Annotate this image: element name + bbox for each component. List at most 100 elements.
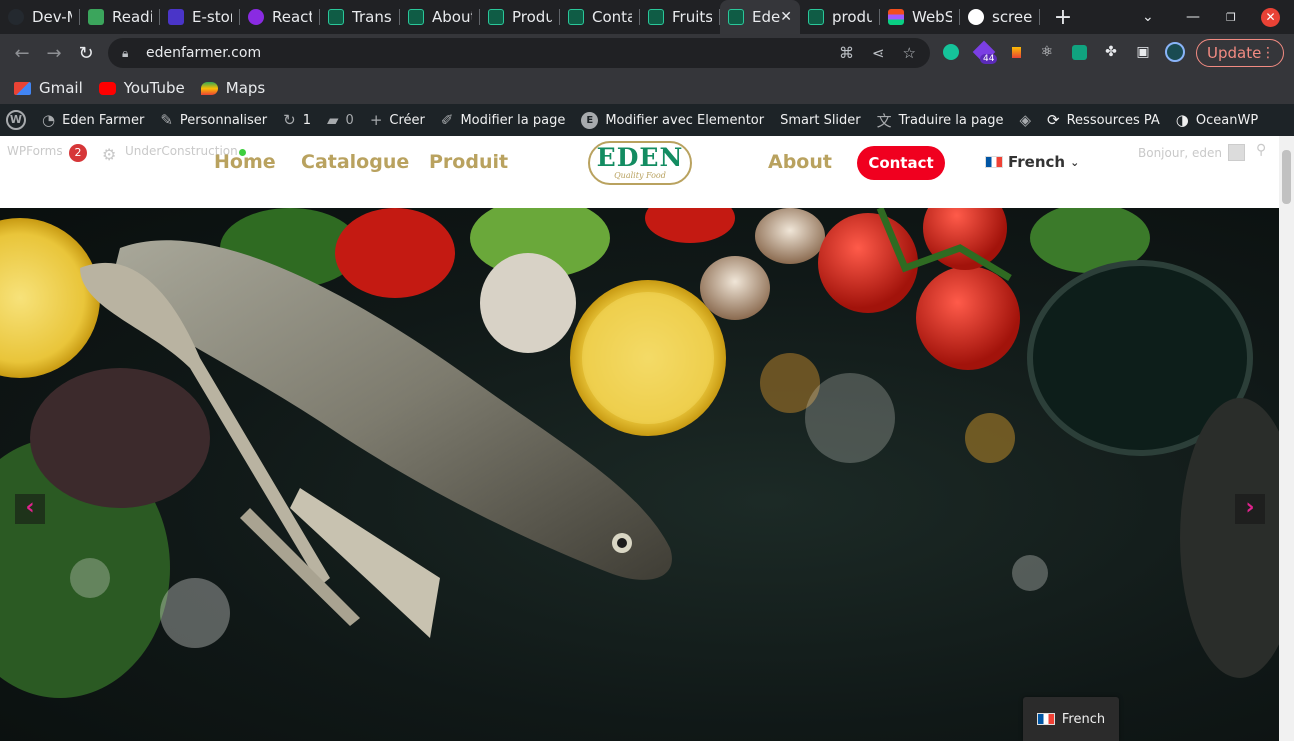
new-tab-button[interactable]: + <box>1048 5 1078 30</box>
browser-tab[interactable]: Readi <box>80 0 160 34</box>
share-icon[interactable]: ⋖ <box>872 44 885 62</box>
diamond-plugin-link[interactable]: ◈ <box>1011 104 1039 136</box>
maps-icon <box>200 81 218 95</box>
updates-link[interactable]: ↻ 1 <box>275 104 319 136</box>
oceanwp-icon: ◑ <box>1175 111 1189 129</box>
language-switcher[interactable]: French ⌄ <box>985 153 1079 171</box>
translate-page-link[interactable]: 文 Traduire la page <box>869 104 1012 136</box>
customize-label: Personnaliser <box>179 112 268 128</box>
browser-tab[interactable]: Trans <box>320 0 400 34</box>
profile-avatar[interactable] <box>1165 42 1185 62</box>
nav-home[interactable]: Home <box>214 151 276 173</box>
wordpress-logo-icon[interactable]: W <box>0 104 34 136</box>
tab-title: Trans <box>352 8 392 26</box>
browser-tab[interactable]: E-stor <box>160 0 240 34</box>
smart-slider-link[interactable]: Smart Slider <box>772 104 869 136</box>
more-menu-icon[interactable]: ⋮ <box>1261 45 1275 61</box>
translate-label: Traduire la page <box>898 112 1004 128</box>
user-greeting[interactable]: Bonjour, eden <box>1138 144 1246 161</box>
back-icon[interactable]: ← <box>6 43 38 64</box>
oceanwp-link[interactable]: ◑ OceanWP <box>1168 104 1266 136</box>
tab-search-icon[interactable]: ⌄ <box>1142 0 1154 34</box>
dashboard-icon: ◔ <box>42 111 56 129</box>
translate-icon: 文 <box>876 111 892 130</box>
side-panel-icon[interactable]: ▣ <box>1133 42 1153 62</box>
bookmark-maps[interactable]: Maps <box>200 79 265 97</box>
tab-title: produ <box>832 8 872 26</box>
forward-icon[interactable]: → <box>38 43 70 64</box>
site-name-label: Eden Farmer <box>62 112 145 128</box>
floating-language-switcher[interactable]: French <box>1023 697 1119 741</box>
restore-button[interactable]: ❐ <box>1226 0 1236 34</box>
elementor-icon: E <box>581 111 599 129</box>
browser-tab[interactable]: Fruits <box>640 0 720 34</box>
update-label: Update <box>1207 44 1262 62</box>
color-extension-icon[interactable] <box>1006 42 1026 62</box>
cart-icon <box>168 9 184 25</box>
site-name-link[interactable]: ◔ Eden Farmer <box>34 104 152 136</box>
browser-tab[interactable]: Produ <box>480 0 560 34</box>
nav-about[interactable]: About <box>768 151 832 173</box>
eden-favicon <box>328 9 344 25</box>
logo-title: EDEN <box>596 143 684 172</box>
customize-link[interactable]: ✎ Personnaliser <box>152 104 275 136</box>
translate-icon[interactable]: ⌘ <box>839 44 854 62</box>
bookmark-gmail[interactable]: Gmail <box>14 79 83 97</box>
search-icon[interactable]: ⚲ <box>1256 142 1266 158</box>
eden-favicon <box>648 9 664 25</box>
nav-catalogue[interactable]: Catalogue <box>301 151 409 173</box>
edit-elementor-link[interactable]: E Modifier avec Elementor <box>573 104 772 136</box>
new-content-link[interactable]: + Créer <box>362 104 433 136</box>
eden-favicon <box>488 9 504 25</box>
comments-link[interactable]: ▰ 0 <box>319 104 362 136</box>
tab-strip: Dev-M Readi E-stor React Trans About Produ Cont… <box>0 0 1294 34</box>
close-window-button[interactable]: ✕ <box>1261 0 1280 34</box>
slider-next-arrow[interactable]: › <box>1235 494 1265 524</box>
eden-logo[interactable]: EDEN Quality Food <box>588 141 692 185</box>
browser-tab[interactable]: screer <box>960 0 1040 34</box>
hero-slider: ‹ › <box>0 208 1279 741</box>
github-icon <box>8 9 24 25</box>
scrollbar-thumb[interactable] <box>1282 150 1291 204</box>
wp-admin-bar: W ◔ Eden Farmer ✎ Personnaliser ↻ 1 ▰ 0 + Cré… <box>0 104 1294 136</box>
extension-badge: 44 <box>980 54 998 64</box>
tab-title: React <box>272 8 312 26</box>
resources-link[interactable]: ⟳ Ressources PA <box>1039 104 1168 136</box>
browser-tab[interactable]: Conta <box>560 0 640 34</box>
contact-button[interactable]: Contact <box>857 146 945 180</box>
minimize-button[interactable]: — <box>1186 0 1200 34</box>
plus-icon: + <box>369 111 383 129</box>
language-label: French <box>1008 153 1066 171</box>
reload-icon[interactable]: ↻ <box>70 43 102 64</box>
browser-tab[interactable]: React <box>240 0 320 34</box>
updates-icon: ↻ <box>283 111 296 129</box>
nav-produit[interactable]: Produit <box>429 151 508 173</box>
browser-tab[interactable]: Dev-M <box>0 0 80 34</box>
react-devtools-icon[interactable]: ⚛ <box>1037 42 1057 62</box>
chatgpt-icon[interactable] <box>1069 42 1089 62</box>
browser-tab[interactable]: produ <box>800 0 880 34</box>
comment-icon: ▰ <box>326 111 339 129</box>
tab-title: Dev-M <box>32 8 72 26</box>
bookmark-star-icon[interactable]: ☆ <box>903 44 916 62</box>
extension-puzzle-purple-icon[interactable]: 44 <box>972 40 998 64</box>
bookmark-youtube[interactable]: YouTube <box>98 79 185 97</box>
browser-tab[interactable]: About <box>400 0 480 34</box>
edit-page-link[interactable]: ✐ Modifier la page <box>433 104 573 136</box>
floating-language-label: French <box>1061 711 1106 727</box>
update-button[interactable]: Update ⋮ <box>1196 39 1284 67</box>
tab-title: Readi <box>112 8 152 26</box>
page-scrollbar[interactable] <box>1279 136 1294 741</box>
grammarly-icon[interactable] <box>941 42 961 62</box>
browser-tab[interactable]: WebS <box>880 0 960 34</box>
slider-prev-arrow[interactable]: ‹ <box>15 494 45 524</box>
extensions-puzzle-icon[interactable]: ✤ <box>1101 42 1121 62</box>
close-tab-icon[interactable]: ✕ <box>780 9 792 25</box>
browser-tab[interactable]: Ede ✕ <box>720 0 800 34</box>
gear-icon: ⚙ <box>102 145 117 164</box>
bookmark-label: Gmail <box>39 79 83 97</box>
tab-title: WebS <box>912 8 952 26</box>
address-bar[interactable]: 🔒︎ edenfarmer.com ⌘ ⋖ ☆ <box>108 38 930 68</box>
browser-toolbar: ← → ↻ 🔒︎ edenfarmer.com ⌘ ⋖ ☆ 44 ⚛ ✤ ▣ U… <box>0 34 1294 72</box>
gmail-icon <box>14 81 31 95</box>
